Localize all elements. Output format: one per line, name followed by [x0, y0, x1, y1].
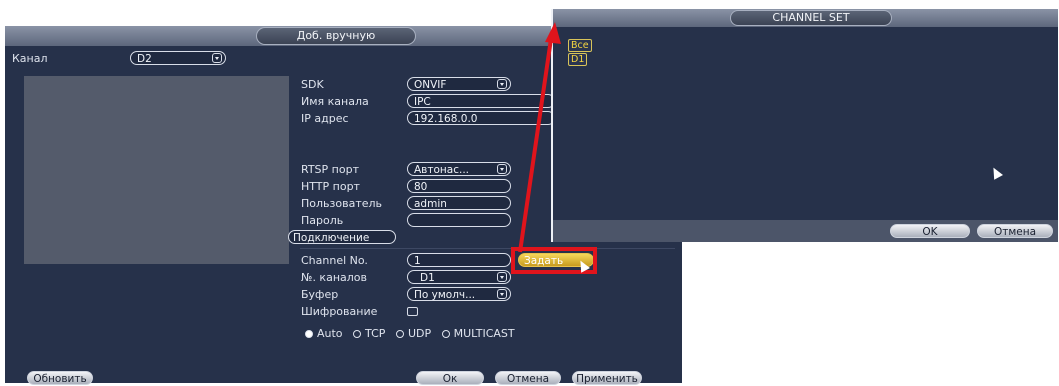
- annotation-arrow-head: [545, 22, 561, 44]
- annotation-arrow-shaft: [518, 31, 554, 253]
- annotation-arrow: [518, 22, 561, 253]
